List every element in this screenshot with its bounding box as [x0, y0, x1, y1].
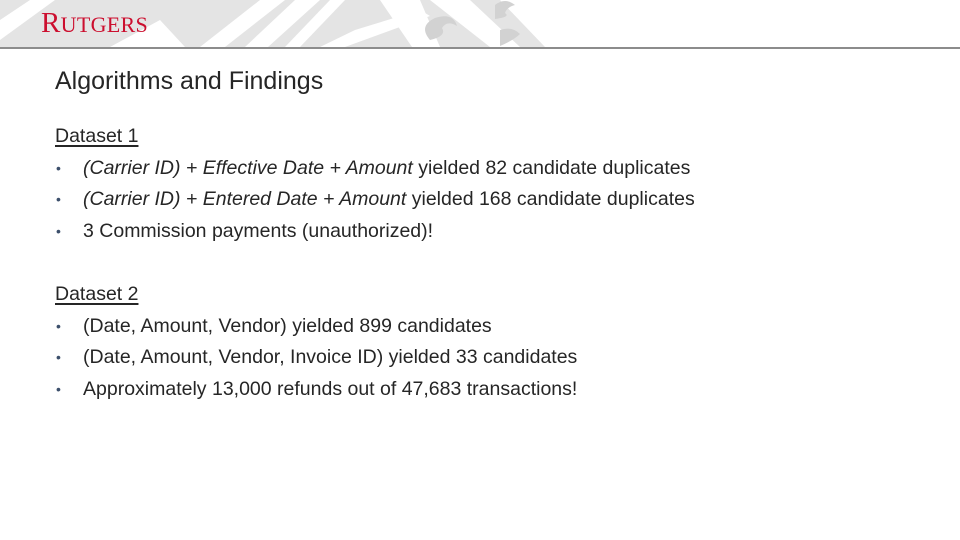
bullet-icon: •: [56, 191, 61, 207]
item-text: (Date, Amount, Vendor) yielded 899 candi…: [83, 314, 492, 337]
item-text: yielded 168 candidate duplicates: [406, 188, 695, 210]
item-text: Approximately 13,000 refunds out of 47,6…: [83, 377, 578, 400]
section-heading: Dataset 1: [55, 125, 139, 147]
bullet-icon: •: [56, 380, 61, 397]
rutgers-logo: RUTGERS: [41, 8, 148, 40]
list-item: • (Carrier ID) + Entered Date + Amount y…: [55, 184, 695, 216]
item-criteria: (Carrier ID) + Entered Date + Amount: [83, 188, 407, 210]
list-item: • (Date, Amount, Vendor, Invoice ID) yie…: [55, 342, 577, 374]
item-criteria: (Carrier ID) + Effective Date + Amount: [83, 156, 413, 179]
logo-initial: R: [41, 7, 61, 39]
dataset-2-section: Dataset 2 • (Date, Amount, Vendor) yield…: [55, 279, 577, 405]
item-text: (Date, Amount, Vendor, Invoice ID) yield…: [83, 346, 578, 368]
slide-header: RUTGERS: [0, 0, 960, 47]
list-item: • 3 Commission payments (unauthorized)!: [55, 216, 695, 248]
list-item: • Approximately 13,000 refunds out of 47…: [55, 374, 577, 406]
slide-title: Algorithms and Findings: [55, 67, 324, 95]
list-item: • (Carrier ID) + Effective Date + Amount…: [55, 153, 695, 185]
bullet-icon: •: [56, 349, 61, 365]
dataset-1-section: Dataset 1 • (Carrier ID) + Effective Dat…: [55, 121, 695, 247]
list-item: • (Date, Amount, Vendor) yielded 899 can…: [55, 311, 577, 343]
bullet-icon: •: [56, 159, 61, 176]
bullet-icon: •: [56, 317, 61, 334]
item-text: 3 Commission payments (unauthorized)!: [83, 219, 434, 242]
section-heading: Dataset 2: [55, 283, 139, 305]
header-divider: [0, 47, 960, 49]
item-text: yielded 82 candidate duplicates: [412, 156, 691, 179]
logo-rest: UTGERS: [60, 12, 149, 37]
bullet-icon: •: [56, 222, 61, 239]
